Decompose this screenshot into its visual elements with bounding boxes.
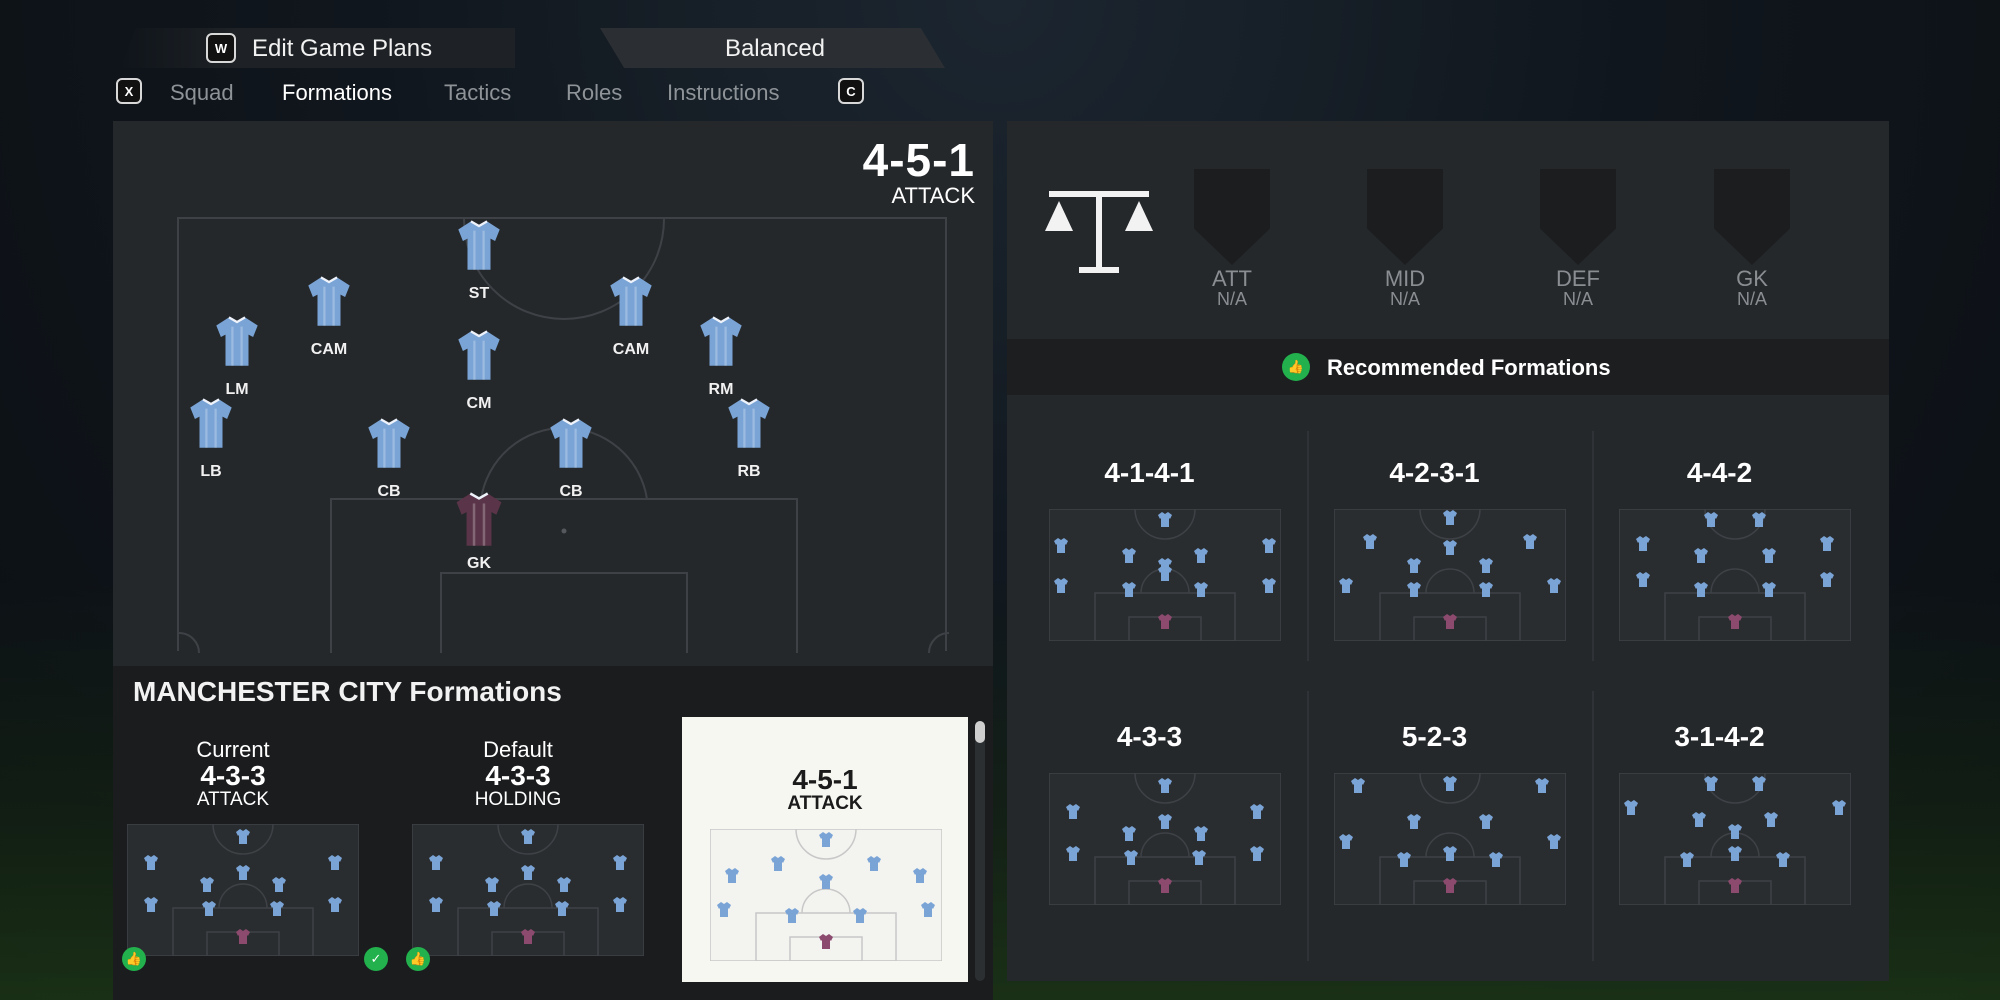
formation-card-style: HOLDING xyxy=(474,789,562,811)
formation-style: ATTACK xyxy=(891,183,975,208)
rating-def: DEF N/A xyxy=(1556,266,1600,310)
recommended-formation-card[interactable]: 3-1-4-2 xyxy=(1577,685,1862,945)
goalkeeper-shirt-icon[interactable] xyxy=(454,491,504,552)
mini-pitch xyxy=(1049,773,1281,905)
scales-icon xyxy=(1045,191,1153,273)
recommended-formation-card[interactable]: 4-1-4-1 xyxy=(1007,421,1292,681)
rating-gk: GK N/A xyxy=(1736,266,1768,310)
formation-card-current[interactable]: Current 4-3-3 ATTACK xyxy=(113,716,359,981)
tab-squad[interactable]: Squad xyxy=(170,80,234,106)
player-position-label: CB xyxy=(377,483,401,500)
recommended-formation-card[interactable]: 4-2-3-1 xyxy=(1292,421,1577,681)
mini-pitch xyxy=(1619,773,1851,905)
player-position-label: GK xyxy=(467,555,491,572)
formation-card-formation: 4-3-3 xyxy=(485,760,551,792)
formation-card-label: Default xyxy=(483,737,553,762)
formation-name: 4-5-1 xyxy=(862,134,975,186)
mini-pitch xyxy=(1334,509,1566,641)
recommended-formation-card[interactable]: 4-4-2 xyxy=(1577,421,1862,681)
player-position-label: CAM xyxy=(310,341,348,358)
player-shirt-icon[interactable] xyxy=(608,275,654,332)
player-shirt-icon[interactable] xyxy=(456,329,502,386)
player-shirt-icon[interactable] xyxy=(188,397,234,454)
recommended-formation-card[interactable]: 5-2-3 xyxy=(1292,685,1577,945)
formation-card-default[interactable]: Default 4-3-3 HOLDING xyxy=(398,716,644,981)
pitch: ST CAM CAM LM CM RM LB CB CB RB GK xyxy=(177,217,949,653)
player-position-label: RB xyxy=(737,463,761,480)
formation-card-selected[interactable]: 4-5-1 ATTACK xyxy=(682,717,968,982)
player-shirt-icon[interactable] xyxy=(548,417,594,474)
formation-card-style: ATTACK xyxy=(196,789,270,811)
player-shirt-icon[interactable] xyxy=(366,417,412,474)
mini-pitch xyxy=(1049,509,1281,641)
rating-mid: MID N/A xyxy=(1384,266,1426,310)
tab-instructions[interactable]: Instructions xyxy=(667,80,780,106)
key-x-icon[interactable]: X xyxy=(116,78,142,104)
formation-card-formation: 4-3-3 xyxy=(200,760,266,792)
tab-formations[interactable]: Formations xyxy=(282,80,392,106)
player-position-label: LB xyxy=(200,463,222,480)
player-position-label: CM xyxy=(466,395,492,412)
formation-pitch-panel: 4-5-1 ATTACK ST CAM CAM LM CM RM LB CB C… xyxy=(113,121,993,666)
formation-card-label: Current xyxy=(196,737,270,762)
team-formations-panel: MANCHESTER CITY Formations Current 4-3-3… xyxy=(113,666,993,1000)
formation-tabs: X Squad Formations Tactics Roles Instruc… xyxy=(114,74,874,114)
player-position-label: ST xyxy=(468,285,490,302)
player-shirt-icon[interactable] xyxy=(456,219,502,276)
shield-icon xyxy=(1367,169,1443,265)
formation-heading: 4-5-1 ATTACK xyxy=(863,137,975,207)
mini-pitch xyxy=(412,824,644,956)
player-position-label: CB xyxy=(559,483,583,500)
thumbs-up-icon: 👍 xyxy=(1282,353,1310,381)
thumbs-up-icon: 👍 xyxy=(406,947,430,971)
checkmark-icon: ✓ xyxy=(364,947,388,971)
mini-pitch xyxy=(127,824,359,956)
ratings-panel: ATT N/A MID N/A DEF N/A GK N/A 👍 Recommended… xyxy=(1007,121,1889,981)
player-shirt-icon[interactable] xyxy=(214,315,260,372)
player-shirt-icon[interactable] xyxy=(698,315,744,372)
player-position-label: CAM xyxy=(612,341,650,358)
shield-icon xyxy=(1540,169,1616,265)
player-shirt-icon[interactable] xyxy=(306,275,352,332)
game-plan-bar: W Edit Game Plans Balanced xyxy=(120,28,945,68)
key-w-icon: W xyxy=(206,33,236,63)
tab-roles[interactable]: Roles xyxy=(566,80,622,106)
recommended-title: Recommended Formations xyxy=(1327,355,1611,380)
game-plan-value: Balanced xyxy=(724,35,826,62)
thumbs-up-icon: 👍 xyxy=(122,947,146,971)
scroll-thumb[interactable] xyxy=(975,721,985,743)
key-c-icon[interactable]: C xyxy=(838,78,864,104)
player-shirt-icon[interactable] xyxy=(726,397,772,454)
recommended-header: 👍 Recommended Formations xyxy=(1007,339,1889,395)
recommended-formation-card[interactable]: 4-3-3 xyxy=(1007,685,1292,945)
team-formations-title: MANCHESTER CITY Formations xyxy=(133,676,562,707)
formation-card-formation: 4-5-1 xyxy=(792,764,858,795)
formation-card-style: ATTACK xyxy=(787,793,863,815)
shield-icon xyxy=(1194,169,1270,265)
tab-tactics[interactable]: Tactics xyxy=(444,80,511,106)
mini-pitch xyxy=(1619,509,1851,641)
shield-icon xyxy=(1714,169,1790,265)
edit-game-plans-label: Edit Game Plans xyxy=(252,35,433,62)
mini-pitch xyxy=(1334,773,1566,905)
rating-att: ATT N/A xyxy=(1212,266,1252,310)
formations-scrollbar[interactable] xyxy=(975,721,985,981)
mini-pitch xyxy=(710,829,942,961)
